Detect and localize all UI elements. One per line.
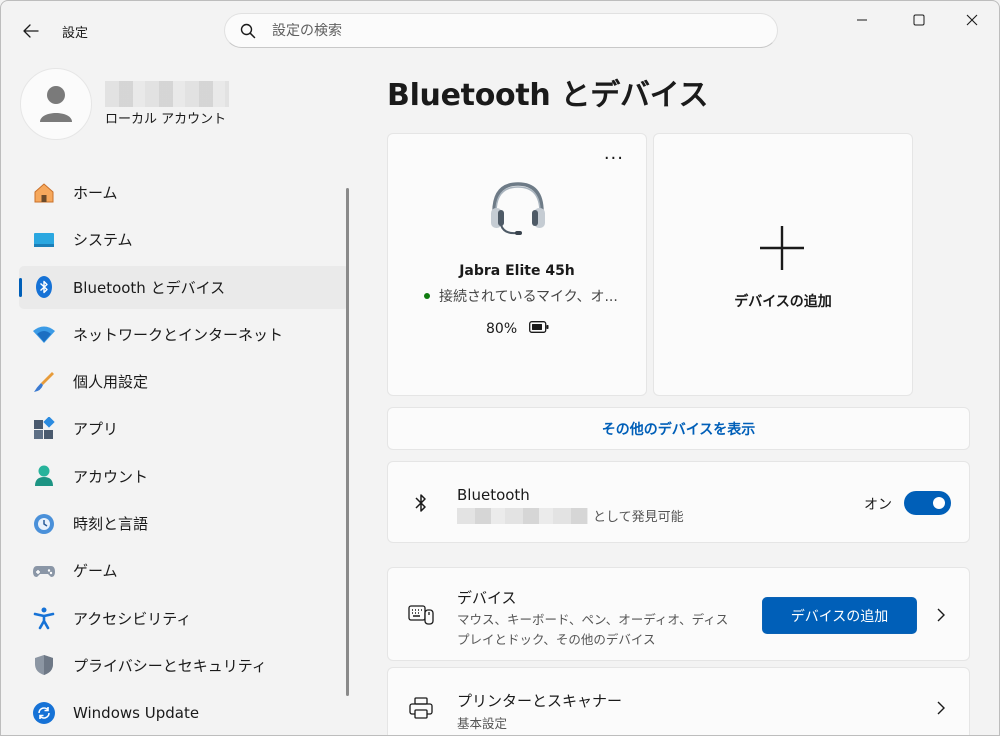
toggle-knob xyxy=(933,497,945,509)
bluetooth-subtitle: として発見可能 xyxy=(593,510,684,525)
show-more-devices-button[interactable]: その他のデバイスを表示 xyxy=(387,407,970,450)
sidebar-item-label: アプリ xyxy=(73,420,119,439)
sidebar-item-time-language[interactable]: 時刻と言語 xyxy=(19,502,349,545)
connected-status-dot xyxy=(424,293,430,299)
system-icon xyxy=(32,228,56,252)
sidebar-item-bluetooth[interactable]: Bluetooth とデバイス xyxy=(19,265,349,309)
devices-setting-row[interactable]: デバイス マウス、キーボード、ペン、オーディオ、ディスプレイとドック、その他のデ… xyxy=(387,567,970,661)
search-input[interactable] xyxy=(272,22,732,39)
page-title: Bluetooth とデバイス xyxy=(387,78,709,113)
account-type: ローカル アカウント xyxy=(105,112,227,127)
close-button[interactable] xyxy=(947,1,997,39)
search-box[interactable] xyxy=(224,13,778,48)
show-more-devices-label: その他のデバイスを表示 xyxy=(601,421,756,438)
sidebar-item-privacy-security[interactable]: プライバシーとセキュリティ xyxy=(19,644,349,687)
sidebar-item-label: 時刻と言語 xyxy=(73,515,149,534)
maximize-button[interactable] xyxy=(894,1,944,39)
sidebar-item-accessibility[interactable]: アクセシビリティ xyxy=(19,597,349,640)
home-icon xyxy=(32,181,56,205)
accessibility-icon xyxy=(32,606,56,630)
back-arrow-icon xyxy=(23,24,39,38)
device-status-text: 接続されているマイク、オ... xyxy=(439,289,618,305)
sidebar-item-apps[interactable]: アプリ xyxy=(19,407,349,450)
account-icon xyxy=(32,464,56,488)
minimize-button[interactable] xyxy=(837,1,887,39)
chevron-right-icon xyxy=(933,700,949,716)
gamepad-icon xyxy=(32,559,56,583)
printers-subtitle: 基本設定 xyxy=(457,716,508,731)
devices-subtitle: マウス、キーボード、ペン、オーディオ、ディスプレイとドック、その他のデバイス xyxy=(457,612,729,647)
device-name: Jabra Elite 45h xyxy=(459,263,575,279)
sidebar-item-network[interactable]: ネットワークとインターネット xyxy=(19,313,349,356)
shield-icon xyxy=(32,653,56,677)
battery-percent: 80% xyxy=(486,321,518,337)
bluetooth-icon xyxy=(408,490,434,516)
sidebar-item-personalization[interactable]: 個人用設定 xyxy=(19,360,349,403)
printers-scanners-row[interactable]: プリンターとスキャナー 基本設定 xyxy=(387,667,970,735)
time-language-icon xyxy=(32,512,56,536)
sidebar-item-system[interactable]: システム xyxy=(19,218,349,261)
sidebar-scrollbar[interactable] xyxy=(346,188,349,696)
device-name-redacted xyxy=(457,508,588,524)
chevron-right-icon xyxy=(933,607,949,623)
sidebar-item-label: アカウント xyxy=(73,467,149,486)
wifi-icon xyxy=(32,322,56,346)
more-icon: ··· xyxy=(603,148,624,169)
plus-icon xyxy=(758,224,806,276)
settings-window: 設定 ローカル アカウント ホーム システム xyxy=(0,0,1000,736)
bluetooth-icon xyxy=(32,275,56,299)
add-device-button[interactable]: デバイスの追加 xyxy=(762,597,917,634)
person-icon xyxy=(40,86,72,122)
sidebar-item-label: ゲーム xyxy=(73,562,118,581)
sidebar-item-label: ネットワークとインターネット xyxy=(73,325,284,344)
bluetooth-toggle[interactable] xyxy=(904,491,951,515)
add-device-card[interactable]: デバイスの追加 xyxy=(653,133,913,396)
sidebar-item-windows-update[interactable]: Windows Update xyxy=(19,691,349,734)
battery-icon xyxy=(529,321,549,337)
back-button[interactable] xyxy=(17,17,45,45)
user-name-redacted xyxy=(105,81,229,107)
sidebar-item-label: Windows Update xyxy=(73,703,200,722)
bluetooth-title: Bluetooth xyxy=(457,486,530,504)
device-battery: 80% xyxy=(486,321,549,337)
sidebar-item-label: 個人用設定 xyxy=(73,373,149,392)
more-options-button[interactable]: ··· xyxy=(604,148,624,169)
apps-icon xyxy=(32,416,56,441)
brush-icon xyxy=(32,370,56,394)
update-icon xyxy=(32,701,56,725)
app-title: 設定 xyxy=(62,26,89,41)
sidebar-item-label: アクセシビリティ xyxy=(73,609,192,628)
device-card[interactable]: ··· Jabra Elite 45h 接続されているマイク、オ... 80% xyxy=(387,133,647,396)
bluetooth-toggle-label: オン xyxy=(864,497,892,513)
sidebar-item-label: Bluetooth とデバイス xyxy=(73,278,226,297)
headphones-icon xyxy=(488,178,548,242)
bluetooth-setting-row: Bluetooth として発見可能 オン xyxy=(387,461,970,543)
search-icon xyxy=(238,21,258,41)
sidebar-item-label: ホーム xyxy=(73,184,118,202)
sidebar-item-gaming[interactable]: ゲーム xyxy=(19,549,349,592)
printers-title: プリンターとスキャナー xyxy=(457,692,623,710)
avatar[interactable] xyxy=(20,68,92,140)
devices-title: デバイス xyxy=(457,589,517,607)
sidebar-item-accounts[interactable]: アカウント xyxy=(19,455,349,498)
minimize-icon xyxy=(857,19,867,21)
add-device-label: デバイスの追加 xyxy=(734,294,832,310)
sidebar-item-label: システム xyxy=(73,231,133,250)
maximize-icon xyxy=(913,14,925,26)
close-icon xyxy=(966,14,978,26)
sidebar-item-home[interactable]: ホーム xyxy=(19,171,349,214)
keyboard-devices-icon xyxy=(408,602,434,628)
device-status: 接続されているマイク、オ... xyxy=(424,286,618,306)
sidebar-item-label: プライバシーとセキュリティ xyxy=(73,656,267,675)
sidebar-nav: ホーム システム Bluetooth とデバイス ネットワークとインターネット … xyxy=(19,171,349,735)
printer-icon xyxy=(408,695,434,721)
